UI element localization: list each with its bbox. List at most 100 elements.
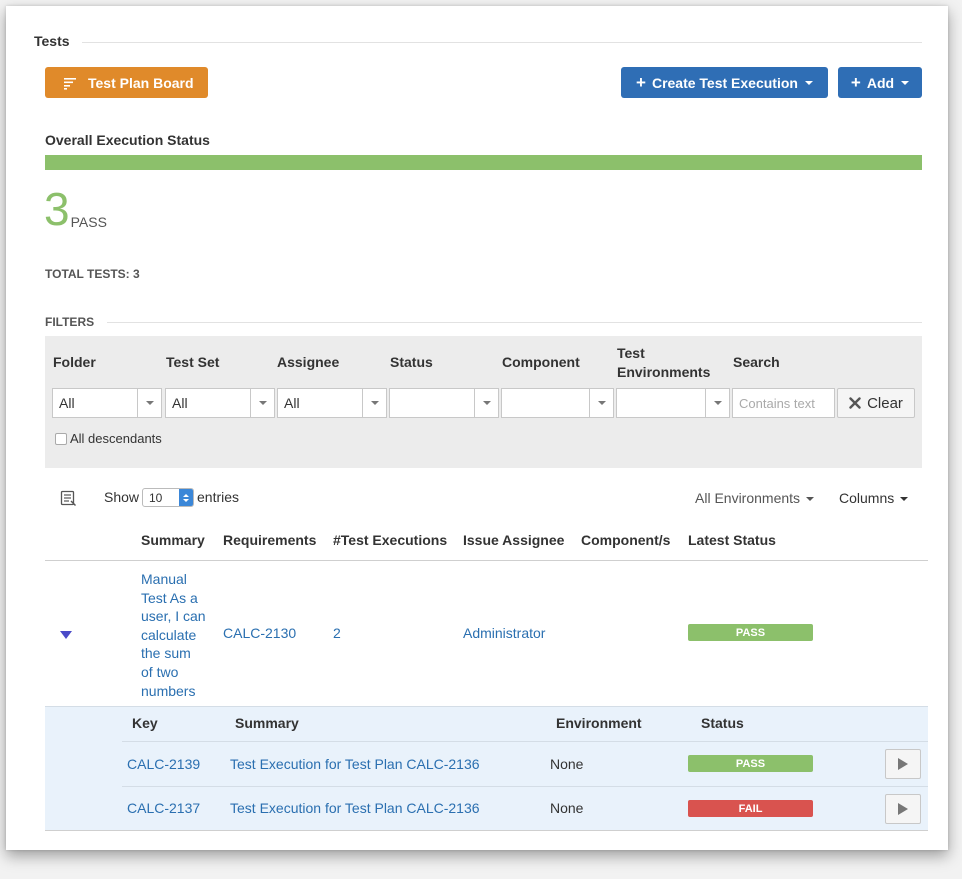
subtable-header-key[interactable]: Key [132, 715, 158, 731]
dropdown-arrow-icon [474, 389, 498, 417]
environments-dropdown[interactable]: All Environments [695, 490, 815, 506]
filters-title: FILTERS [45, 315, 95, 329]
clear-label: Clear [867, 394, 903, 412]
requirement-link[interactable]: CALC-2130 [223, 625, 296, 641]
summary-line: the sum [141, 645, 191, 662]
search-filter-label: Search [733, 354, 780, 370]
assignee-select-value: All [284, 395, 300, 411]
folder-select[interactable]: All [52, 388, 162, 418]
tests-panel: Tests Test Plan Board + Create Test Exec… [6, 6, 948, 850]
test-plan-board-label: Test Plan Board [88, 74, 194, 91]
table-bottom-divider [45, 830, 928, 831]
assignee-link[interactable]: Administrator [463, 625, 545, 641]
show-label: Show [104, 489, 140, 505]
test-environments-filter-label: Test Environments [617, 345, 711, 380]
column-header-test-executions[interactable]: #Test Executions [333, 532, 447, 548]
run-execution-button[interactable] [885, 749, 921, 779]
status-badge: PASS [688, 624, 813, 641]
status-badge: FAIL [688, 800, 813, 817]
status-badge: PASS [688, 755, 813, 772]
table-row: CALC-2139 Test Execution for Test Plan C… [122, 742, 928, 786]
play-icon [898, 803, 908, 815]
subtable-header-status[interactable]: Status [701, 715, 744, 731]
test-set-select[interactable]: All [165, 388, 275, 418]
test-summary-link[interactable]: Manual Test As a user, I can calculate t… [141, 570, 213, 700]
plus-icon: + [636, 73, 646, 92]
entries-label: entries [197, 489, 240, 505]
title-divider [82, 42, 922, 43]
status-select[interactable] [389, 388, 499, 418]
subtable-header-summary[interactable]: Summary [235, 715, 299, 731]
environments-dropdown-label: All Environments [695, 490, 801, 506]
all-descendants-label: All descendants [70, 431, 162, 446]
test-plan-board-button[interactable]: Test Plan Board [45, 67, 208, 98]
component-filter-label: Component [502, 354, 580, 370]
stepper-arrows-icon [179, 489, 193, 506]
plus-icon: + [850, 73, 861, 92]
create-test-execution-button[interactable]: + Create Test Execution [621, 67, 828, 98]
dropdown-arrow-icon [137, 389, 161, 417]
execution-summary-link[interactable]: Test Execution for Test Plan CALC-2136 [230, 756, 480, 772]
executions-subtable: Key Summary Environment Status CALC-2139… [45, 706, 928, 830]
status-filter-label: Status [390, 354, 433, 370]
test-set-filter-label: Test Set [166, 354, 220, 370]
export-list-icon[interactable] [60, 490, 77, 507]
assignee-filter-label: Assignee [277, 354, 340, 370]
all-descendants-option[interactable]: All descendants [55, 431, 162, 446]
execution-environment: None [550, 800, 584, 816]
close-icon [849, 397, 861, 409]
summary-line: calculate [141, 626, 197, 643]
add-button[interactable]: + Add [838, 67, 922, 98]
component-select[interactable] [501, 388, 614, 418]
filters-divider [107, 322, 922, 323]
summary-line: Test As a [141, 589, 198, 606]
table-row: Manual Test As a user, I can calculate t… [45, 561, 928, 706]
dropdown-arrow-icon [705, 389, 729, 417]
column-header-issue-assignee[interactable]: Issue Assignee [463, 532, 564, 548]
chevron-down-icon [900, 497, 909, 502]
execution-key-link[interactable]: CALC-2139 [127, 756, 200, 772]
clear-filters-button[interactable]: Clear [837, 388, 915, 418]
entries-select[interactable]: 10 [142, 488, 194, 507]
summary-line: Manual [141, 571, 187, 587]
dropdown-arrow-icon [250, 389, 274, 417]
dropdown-arrow-icon [362, 389, 386, 417]
expand-row-icon[interactable] [58, 629, 74, 641]
search-input[interactable]: Contains text [732, 388, 835, 418]
table-row: CALC-2137 Test Execution for Test Plan C… [122, 787, 928, 831]
test-set-select-value: All [172, 395, 188, 411]
column-header-summary[interactable]: Summary [141, 532, 205, 548]
run-execution-button[interactable] [885, 794, 921, 824]
column-header-components[interactable]: Component/s [581, 532, 670, 548]
folder-select-value: All [59, 395, 75, 411]
test-executions-count-link[interactable]: 2 [333, 625, 341, 641]
columns-dropdown-label: Columns [839, 490, 895, 506]
execution-summary-link[interactable]: Test Execution for Test Plan CALC-2136 [230, 800, 480, 816]
chevron-down-icon [804, 80, 813, 85]
entries-select-value: 10 [149, 490, 163, 505]
columns-dropdown[interactable]: Columns [839, 490, 909, 506]
folder-filter-label: Folder [53, 354, 96, 370]
column-header-requirements[interactable]: Requirements [223, 532, 316, 548]
column-header-latest-status[interactable]: Latest Status [688, 532, 776, 548]
filters-panel: Folder Test Set Assignee Status Componen… [45, 336, 922, 468]
summary-line: numbers [141, 682, 196, 699]
pass-count: 3 [44, 183, 70, 235]
page-title: Tests [34, 33, 70, 49]
create-test-execution-label: Create Test Execution [651, 74, 798, 91]
progress-pass-segment [45, 155, 922, 170]
list-sort-icon [64, 77, 76, 90]
pass-count-label: PASS [70, 214, 107, 230]
pass-count-summary: 3 PASS [44, 186, 107, 232]
test-environments-select[interactable] [616, 388, 730, 418]
overall-status-title: Overall Execution Status [45, 132, 210, 148]
subtable-header-environment[interactable]: Environment [556, 715, 642, 731]
summary-line: user, I can [141, 608, 206, 625]
chevron-down-icon [901, 80, 910, 85]
all-descendants-checkbox[interactable] [55, 432, 67, 445]
total-tests: TOTAL TESTS: 3 [45, 267, 140, 281]
assignee-select[interactable]: All [277, 388, 387, 418]
play-icon [898, 758, 908, 770]
execution-key-link[interactable]: CALC-2137 [127, 800, 200, 816]
chevron-down-icon [806, 497, 815, 502]
